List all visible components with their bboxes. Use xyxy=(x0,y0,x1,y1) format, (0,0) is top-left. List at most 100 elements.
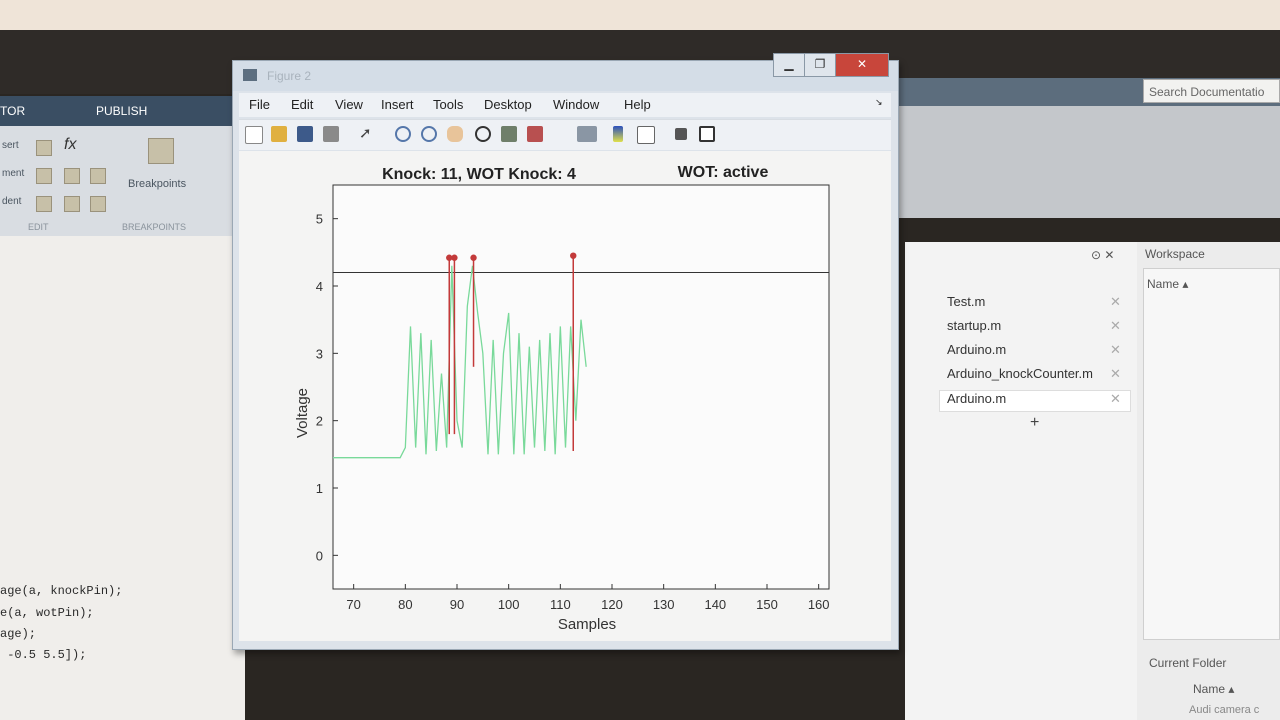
menu-file[interactable]: File xyxy=(249,97,270,112)
x-tick-label: 120 xyxy=(601,597,623,612)
maximize-button[interactable]: ❐ xyxy=(804,53,836,77)
zoom-in-icon[interactable] xyxy=(395,126,411,142)
menu-help[interactable]: Help xyxy=(624,97,651,112)
figure-menubar: File Edit View Insert Tools Desktop Wind… xyxy=(239,93,891,117)
menu-insert[interactable]: Insert xyxy=(381,97,414,112)
brush-icon[interactable] xyxy=(527,126,543,142)
breakpoints-icon[interactable] xyxy=(148,138,174,164)
file-tab-test[interactable]: Test.m xyxy=(947,294,985,309)
code-line: -0.5 5.5]); xyxy=(0,648,87,662)
pan-hand-icon[interactable] xyxy=(447,126,463,142)
comment-label[interactable]: ment xyxy=(2,168,24,179)
tab-editor[interactable]: TOR xyxy=(0,104,25,118)
group-breakpoints-label: BREAKPOINTS xyxy=(122,222,187,232)
show-tools-icon[interactable] xyxy=(699,126,715,142)
workspace-table[interactable]: Name ▴ xyxy=(1143,268,1280,640)
open-files-panel: + ⊙ ✕ xyxy=(905,242,1137,720)
indent-icon[interactable] xyxy=(64,196,80,212)
dock-arrow-icon[interactable]: ↘ xyxy=(875,97,883,108)
data-cursor-icon[interactable] xyxy=(501,126,517,142)
panel-menu-icon[interactable]: ⊙ ✕ xyxy=(1091,248,1114,262)
rotate-3d-icon[interactable] xyxy=(475,126,491,142)
smart-indent-icon[interactable] xyxy=(36,196,52,212)
close-icon[interactable]: ✕ xyxy=(1110,366,1121,382)
insert-label[interactable]: sert xyxy=(2,140,19,151)
menu-desktop[interactable]: Desktop xyxy=(484,97,532,112)
knock-marker xyxy=(570,252,577,259)
close-icon[interactable]: ✕ xyxy=(1110,342,1121,358)
close-icon[interactable]: ✕ xyxy=(1110,318,1121,334)
figure-canvas[interactable]: Knock: 11, WOT Knock: 4 WOT: active 70 80… xyxy=(239,151,891,641)
figure-window[interactable]: Figure 2 ▁ ❐ ✕ File Edit View Insert Too… xyxy=(232,53,899,650)
indent-label[interactable]: dent xyxy=(2,196,21,207)
x-tick-label: 90 xyxy=(450,597,464,612)
fx-icon[interactable]: fx xyxy=(64,136,76,154)
y-tick-label: 1 xyxy=(316,481,323,496)
ribbon-tabs: TOR PUBLISH xyxy=(0,96,260,128)
add-tab-icon[interactable]: + xyxy=(1030,414,1039,432)
x-axis-label: Samples xyxy=(558,616,616,633)
comment-icon[interactable] xyxy=(36,168,52,184)
minimize-button[interactable]: ▁ xyxy=(773,53,805,77)
x-tick-label: 130 xyxy=(653,597,675,612)
figure-titlebar[interactable]: Figure 2 ▁ ❐ ✕ xyxy=(233,53,898,91)
plot-area[interactable]: Knock: 11, WOT Knock: 4 WOT: active 70 80… xyxy=(239,151,891,641)
wrap-icon[interactable] xyxy=(90,168,106,184)
x-tick-label: 110 xyxy=(550,597,571,612)
x-tick-label: 150 xyxy=(756,597,778,612)
ribbon-toolstrip: sert ment dent fx Breakpoints EDIT BREAK… xyxy=(0,126,245,236)
ribbon-right-area xyxy=(895,106,1280,218)
y-tick-label: 3 xyxy=(316,346,323,361)
print-icon[interactable] xyxy=(323,126,339,142)
monitor-bezel xyxy=(0,0,1280,32)
code-line: age); xyxy=(0,627,37,641)
folder-item[interactable]: Audi camera c xyxy=(1189,704,1259,716)
colorbar-icon[interactable] xyxy=(613,126,623,142)
file-tab-arduino-active[interactable]: Arduino.m xyxy=(947,391,1006,406)
outdent-icon[interactable] xyxy=(90,196,106,212)
workspace-name-column[interactable]: Name ▴ xyxy=(1147,277,1188,291)
close-icon[interactable]: ✕ xyxy=(1110,391,1121,407)
x-tick-label: 160 xyxy=(808,597,830,612)
search-documentation-input[interactable]: Search Documentatio xyxy=(1143,79,1280,103)
plot-title-wot: WOT: active xyxy=(678,164,769,181)
insert-icon[interactable] xyxy=(36,140,52,156)
close-button[interactable]: ✕ xyxy=(835,53,889,77)
x-tick-label: 140 xyxy=(704,597,726,612)
open-file-icon[interactable] xyxy=(271,126,287,142)
plot-title-knock: Knock: 11, WOT Knock: 4 xyxy=(382,166,576,183)
file-tab-knockcounter[interactable]: Arduino_knockCounter.m xyxy=(947,366,1093,381)
group-edit-label: EDIT xyxy=(28,222,49,232)
tab-publish[interactable]: PUBLISH xyxy=(96,104,147,118)
breakpoints-button[interactable]: Breakpoints xyxy=(128,178,186,190)
file-tab-startup[interactable]: startup.m xyxy=(947,318,1001,333)
file-tab-arduino[interactable]: Arduino.m xyxy=(947,342,1006,357)
code-editor[interactable]: age(a, knockPin); e(a, wotPin); age); -0… xyxy=(0,236,245,720)
menu-tools[interactable]: Tools xyxy=(433,97,463,112)
x-tick-label: 80 xyxy=(398,597,412,612)
x-tick-label: 70 xyxy=(346,597,360,612)
current-folder-name-column[interactable]: Name ▴ xyxy=(1193,682,1234,696)
new-figure-icon[interactable] xyxy=(245,126,263,144)
link-plot-icon[interactable] xyxy=(577,126,597,142)
y-tick-label: 4 xyxy=(316,279,323,294)
y-tick-label: 5 xyxy=(316,212,323,227)
figure-toolbar: ➚ xyxy=(239,119,891,150)
save-icon[interactable] xyxy=(297,126,313,142)
y-tick-label: 0 xyxy=(316,548,323,563)
menu-edit[interactable]: Edit xyxy=(291,97,313,112)
knock-marker xyxy=(451,254,458,261)
figure-title: Figure 2 xyxy=(267,69,312,83)
select-arrow-icon[interactable]: ➚ xyxy=(359,126,375,142)
uncomment-icon[interactable] xyxy=(64,168,80,184)
legend-icon[interactable] xyxy=(637,126,655,144)
code-line: e(a, wotPin); xyxy=(0,606,94,620)
menu-window[interactable]: Window xyxy=(553,97,599,112)
hide-tools-icon[interactable] xyxy=(675,128,687,140)
matlab-figure-icon xyxy=(243,69,257,81)
workspace-title: Workspace xyxy=(1145,247,1205,261)
code-line: age(a, knockPin); xyxy=(0,584,123,598)
close-icon[interactable]: ✕ xyxy=(1110,294,1121,310)
zoom-out-icon[interactable] xyxy=(421,126,437,142)
menu-view[interactable]: View xyxy=(335,97,363,112)
